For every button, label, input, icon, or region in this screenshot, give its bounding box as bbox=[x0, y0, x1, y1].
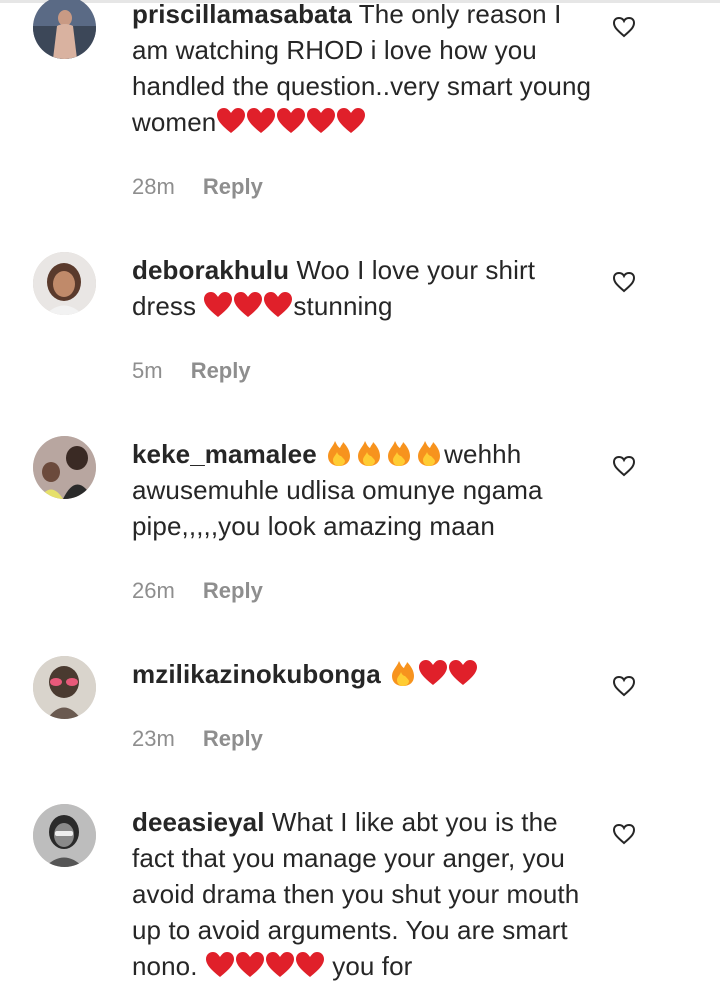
comment-meta: 28m Reply bbox=[132, 173, 263, 201]
comment-body: priscillamasabata The only reason I am w… bbox=[132, 0, 592, 140]
red-heart-icon bbox=[265, 951, 295, 979]
red-heart-icon bbox=[233, 291, 263, 319]
comment-body: mzilikazinokubonga bbox=[132, 656, 592, 692]
like-heart-icon[interactable] bbox=[612, 271, 636, 293]
reply-button[interactable]: Reply bbox=[191, 358, 251, 383]
like-heart-icon[interactable] bbox=[612, 823, 636, 845]
fire-icon bbox=[324, 439, 354, 467]
comment-meta: 23m Reply bbox=[132, 725, 263, 753]
emoji-group bbox=[324, 439, 444, 469]
comment-username[interactable]: mzilikazinokubonga bbox=[132, 659, 381, 689]
avatar[interactable] bbox=[33, 252, 96, 315]
comment-body: deborakhulu Woo I love your shirt dress … bbox=[132, 252, 592, 324]
reply-button[interactable]: Reply bbox=[203, 578, 263, 603]
avatar[interactable] bbox=[33, 804, 96, 867]
fire-icon bbox=[354, 439, 384, 467]
red-heart-icon bbox=[295, 951, 325, 979]
comment-time: 26m bbox=[132, 578, 175, 603]
red-heart-icon bbox=[306, 107, 336, 135]
red-heart-icon bbox=[448, 659, 478, 687]
red-heart-icon bbox=[216, 107, 246, 135]
red-heart-icon bbox=[246, 107, 276, 135]
like-heart-icon[interactable] bbox=[612, 675, 636, 697]
comment-text-after: stunning bbox=[293, 291, 393, 321]
avatar[interactable] bbox=[33, 0, 96, 59]
comment-meta: 5m Reply bbox=[132, 357, 251, 385]
comment-text-after: you for bbox=[324, 951, 413, 981]
red-heart-icon bbox=[263, 291, 293, 319]
red-heart-icon bbox=[205, 951, 235, 979]
comment-meta: 26m Reply bbox=[132, 577, 263, 605]
comment-username[interactable]: keke_mamalee bbox=[132, 439, 317, 469]
emoji-group bbox=[205, 951, 325, 981]
red-heart-icon bbox=[336, 107, 366, 135]
fire-icon bbox=[388, 659, 418, 687]
emoji-group bbox=[216, 107, 366, 137]
reply-button[interactable]: Reply bbox=[203, 174, 263, 199]
like-heart-icon[interactable] bbox=[612, 16, 636, 38]
fire-icon bbox=[384, 439, 414, 467]
red-heart-icon bbox=[235, 951, 265, 979]
reply-button[interactable]: Reply bbox=[203, 726, 263, 751]
emoji-group bbox=[388, 659, 478, 689]
red-heart-icon bbox=[418, 659, 448, 687]
comment-body: deeasieyal What I like abt you is the fa… bbox=[132, 804, 592, 984]
red-heart-icon bbox=[276, 107, 306, 135]
red-heart-icon bbox=[203, 291, 233, 319]
fire-icon bbox=[414, 439, 444, 467]
comment-username[interactable]: deborakhulu bbox=[132, 255, 289, 285]
comment-body: keke_mamalee wehhh awusemuhle udlisa omu… bbox=[132, 436, 592, 544]
comment-username[interactable]: deeasieyal bbox=[132, 807, 265, 837]
comment-time: 23m bbox=[132, 726, 175, 751]
avatar[interactable] bbox=[33, 436, 96, 499]
comment-time: 28m bbox=[132, 174, 175, 199]
like-heart-icon[interactable] bbox=[612, 455, 636, 477]
comment-username[interactable]: priscillamasabata bbox=[132, 0, 352, 29]
emoji-group bbox=[203, 291, 293, 321]
comment-time: 5m bbox=[132, 358, 163, 383]
avatar[interactable] bbox=[33, 656, 96, 719]
